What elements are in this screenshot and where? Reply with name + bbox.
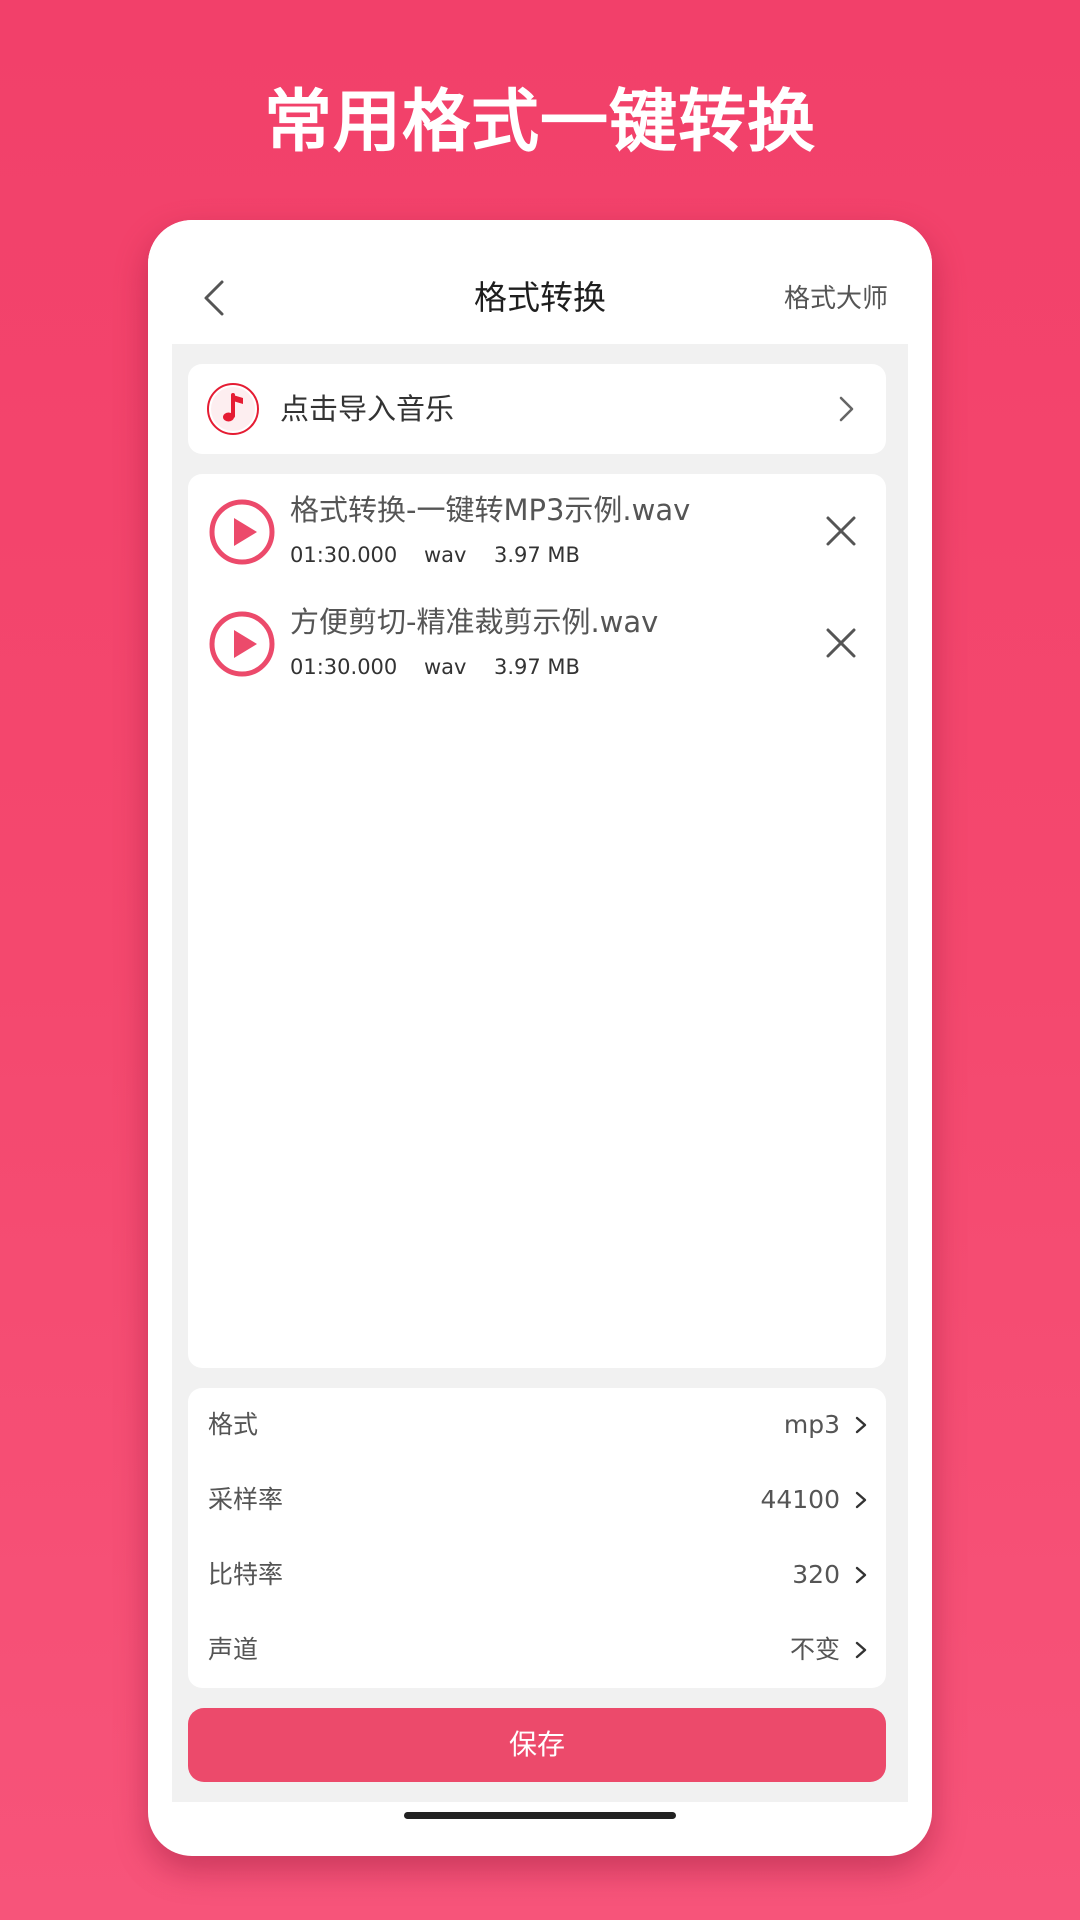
setting-row-format[interactable]: 格式 mp3 xyxy=(188,1388,886,1463)
back-button[interactable] xyxy=(194,276,238,320)
promo-title: 常用格式一键转换 xyxy=(263,83,816,162)
setting-value: 44100 xyxy=(760,1485,840,1514)
import-music-label: 点击导入音乐 xyxy=(280,392,455,426)
chevron-right-icon xyxy=(855,1566,867,1584)
setting-label: 格式 xyxy=(208,1410,259,1439)
file-duration: 01:30.000 xyxy=(290,543,398,567)
close-icon[interactable] xyxy=(824,514,858,548)
setting-value: 不变 xyxy=(789,1635,840,1664)
file-meta: 01:30.000 wav 3.97 MB xyxy=(290,540,580,570)
music-note-icon xyxy=(207,383,259,435)
chevron-right-icon xyxy=(839,396,854,422)
nav-bar: 格式转换 格式大师 xyxy=(148,220,932,344)
file-list-item[interactable]: 格式转换-一键转MP3示例.wav 01:30.000 wav 3.97 MB xyxy=(188,480,886,580)
setting-row-channel[interactable]: 声道 不变 xyxy=(188,1613,886,1688)
file-meta: 01:30.000 wav 3.97 MB xyxy=(290,652,580,682)
setting-row-bit-rate[interactable]: 比特率 320 xyxy=(188,1538,886,1613)
play-icon[interactable] xyxy=(208,498,276,566)
setting-value: mp3 xyxy=(783,1410,840,1439)
file-size: 3.97 MB xyxy=(494,543,580,567)
file-list-item[interactable]: 方便剪切-精准裁剪示例.wav 01:30.000 wav 3.97 MB xyxy=(188,592,886,692)
file-duration: 01:30.000 xyxy=(290,655,398,679)
setting-row-sample-rate[interactable]: 采样率 44100 xyxy=(188,1463,886,1538)
file-size: 3.97 MB xyxy=(494,655,580,679)
app-name-label[interactable]: 格式大师 xyxy=(784,282,888,316)
file-name: 格式转换-一键转MP3示例.wav xyxy=(290,493,691,527)
phone-screen: 格式转换 格式大师 点击导入音乐 格式转换-一键转MP3示例.wav 01:30… xyxy=(148,220,932,1856)
chevron-right-icon xyxy=(855,1641,867,1659)
setting-label: 比特率 xyxy=(208,1560,284,1589)
settings-panel: 格式 mp3 采样率 44100 比特率 320 声道 不变 xyxy=(188,1388,886,1688)
setting-value: 320 xyxy=(792,1560,840,1589)
home-indicator[interactable] xyxy=(404,1812,676,1819)
save-button[interactable]: 保存 xyxy=(188,1708,886,1782)
import-music-button[interactable]: 点击导入音乐 xyxy=(188,364,886,454)
chevron-right-icon xyxy=(855,1491,867,1509)
close-icon[interactable] xyxy=(824,626,858,660)
play-icon[interactable] xyxy=(208,610,276,678)
file-list: 格式转换-一键转MP3示例.wav 01:30.000 wav 3.97 MB 方便… xyxy=(188,474,886,1368)
chevron-right-icon xyxy=(855,1416,867,1434)
file-name: 方便剪切-精准裁剪示例.wav xyxy=(290,605,659,639)
file-format: wav xyxy=(424,655,467,679)
setting-label: 采样率 xyxy=(208,1485,284,1514)
file-format: wav xyxy=(424,543,467,567)
content-area: 点击导入音乐 格式转换-一键转MP3示例.wav 01:30.000 wav 3.9… xyxy=(172,344,908,1802)
chevron-left-icon xyxy=(204,280,224,316)
setting-label: 声道 xyxy=(208,1635,259,1664)
